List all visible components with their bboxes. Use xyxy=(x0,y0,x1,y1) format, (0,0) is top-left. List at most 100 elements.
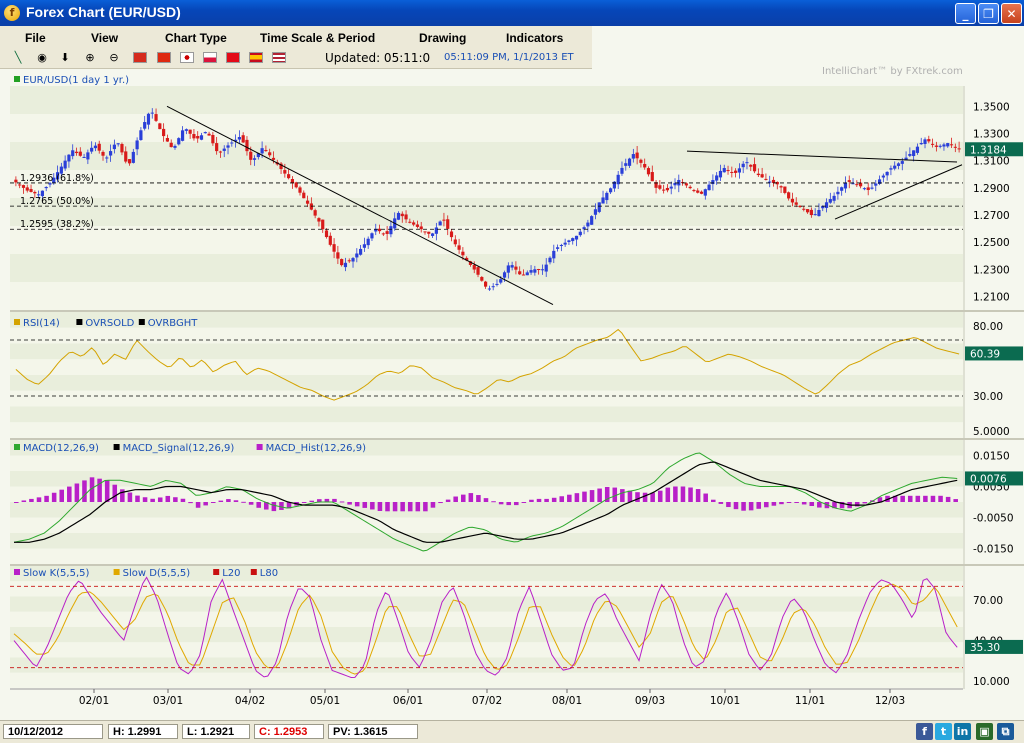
down-arrow-icon[interactable]: ⬇ xyxy=(57,50,73,66)
macd-hist-bar xyxy=(173,497,178,502)
candle-body xyxy=(574,235,579,240)
macd-hist-bar xyxy=(104,480,110,502)
chart-area[interactable]: 1.3500 1.3300 1.3100 1.2900 1.2700 1.2500 1.23… xyxy=(0,68,1024,720)
twitter-icon[interactable]: t xyxy=(935,723,952,740)
macd-axis-tick: -0.0150 xyxy=(973,544,1014,556)
candle-body xyxy=(889,168,893,170)
spain-flag-icon[interactable] xyxy=(249,52,263,63)
stoch-legend-swatch xyxy=(14,569,20,575)
candle-body xyxy=(650,172,654,182)
candle-body xyxy=(347,260,351,262)
macd-hist-bar xyxy=(14,502,19,503)
macd-hist-bar xyxy=(226,499,231,502)
macd-hist-bar xyxy=(710,499,716,502)
macd-panel-band xyxy=(10,533,963,549)
candle-body xyxy=(627,158,632,166)
x-axis-tick: 09/03 xyxy=(635,695,665,707)
poland-flag-icon[interactable] xyxy=(203,52,217,63)
macd-hist-bar xyxy=(536,498,542,502)
menu-file[interactable]: File xyxy=(25,31,46,45)
china-flag-icon[interactable] xyxy=(133,52,147,63)
stoch-last-value: 35.30 xyxy=(970,642,1000,654)
candle-body xyxy=(131,151,135,163)
candle-body xyxy=(203,132,207,134)
candle-body xyxy=(29,189,33,192)
turkey-flag-icon[interactable] xyxy=(226,52,240,63)
candle-body xyxy=(707,184,711,191)
macd-hist-bar xyxy=(514,502,519,506)
zoom-out-icon[interactable]: ⊖ xyxy=(106,50,122,66)
macd-hist-bar xyxy=(279,502,284,510)
candle-body xyxy=(824,202,829,208)
japan-flag-icon[interactable] xyxy=(180,52,194,63)
hong-kong-flag-icon[interactable] xyxy=(157,52,171,63)
candle-body xyxy=(555,247,560,249)
candle-body xyxy=(669,186,673,189)
candle-body xyxy=(124,151,128,162)
candle-body xyxy=(249,151,253,160)
candle-body xyxy=(74,151,79,154)
macd-hist-bar xyxy=(756,502,761,509)
menu-drawing[interactable]: Drawing xyxy=(419,31,466,45)
restore-button[interactable]: ❐ xyxy=(978,3,999,24)
macd-panel-band xyxy=(10,548,963,564)
menu-view[interactable]: View xyxy=(91,31,118,45)
candle-body xyxy=(635,152,639,159)
candle-body xyxy=(590,216,594,225)
target-icon[interactable]: ◉ xyxy=(34,50,50,66)
macd-hist-bar xyxy=(801,502,807,505)
candle-body xyxy=(749,164,753,167)
menu-indicators[interactable]: Indicators xyxy=(506,31,563,45)
facebook-icon[interactable]: f xyxy=(916,723,933,740)
candle-body xyxy=(620,167,624,174)
candle-body xyxy=(222,148,226,151)
stoch-axis-tick: 10.000 xyxy=(973,676,1010,688)
price-legend-label: EUR/USD(1 day 1 yr.) xyxy=(23,75,129,86)
price-panel-band xyxy=(10,142,963,170)
macd-hist-bar xyxy=(165,495,171,502)
candle-body xyxy=(385,231,389,234)
macd-hist-bar xyxy=(354,502,360,507)
candle-body xyxy=(930,143,935,145)
close-button[interactable]: ✕ xyxy=(1001,3,1022,24)
macd-hist-bar xyxy=(688,487,693,502)
macd-hist-bar xyxy=(764,502,769,508)
macd-hist-bar xyxy=(29,498,34,502)
price-panel-band xyxy=(10,86,963,114)
status-pv: PV: 1.3615 xyxy=(328,724,418,739)
candle-body xyxy=(158,123,162,130)
macd-hist-bar xyxy=(438,502,443,504)
candle-body xyxy=(245,139,249,152)
line-tool-icon[interactable]: ╲ xyxy=(10,50,26,66)
candle-body xyxy=(900,161,904,164)
linkedin-icon[interactable]: in xyxy=(954,723,971,740)
minimize-button[interactable]: _ xyxy=(955,3,976,24)
stoch-legend-label: L80 xyxy=(260,568,278,579)
window-tile-icon[interactable]: ▣ xyxy=(976,723,993,740)
candle-body xyxy=(813,214,817,216)
candle-body xyxy=(927,139,931,142)
candle-body xyxy=(290,179,295,183)
macd-hist-bar xyxy=(423,502,428,512)
zoom-in-icon[interactable]: ⊕ xyxy=(82,50,98,66)
menu-chart-type[interactable]: Chart Type xyxy=(165,31,227,45)
candle-body xyxy=(537,269,541,271)
macd-hist-bar xyxy=(786,502,792,503)
price-axis-tick: 1.2700 xyxy=(973,210,1010,222)
window-cascade-icon[interactable]: ⧉ xyxy=(997,723,1014,740)
candle-body xyxy=(44,187,48,189)
candle-body xyxy=(919,143,923,145)
menu-time-scale[interactable]: Time Scale & Period xyxy=(260,31,375,45)
price-panel-band xyxy=(10,170,963,198)
candle-body xyxy=(143,122,147,129)
candle-body xyxy=(487,288,491,290)
candle-body xyxy=(298,187,302,193)
candle-body xyxy=(63,160,67,169)
candle-body xyxy=(287,174,291,179)
candle-body xyxy=(18,184,22,186)
candle-body xyxy=(521,274,526,276)
rsi-legend-swatch xyxy=(76,319,83,325)
price-axis-tick: 1.2100 xyxy=(973,291,1010,303)
usa-flag-icon[interactable] xyxy=(272,52,286,63)
candle-body xyxy=(794,202,798,205)
